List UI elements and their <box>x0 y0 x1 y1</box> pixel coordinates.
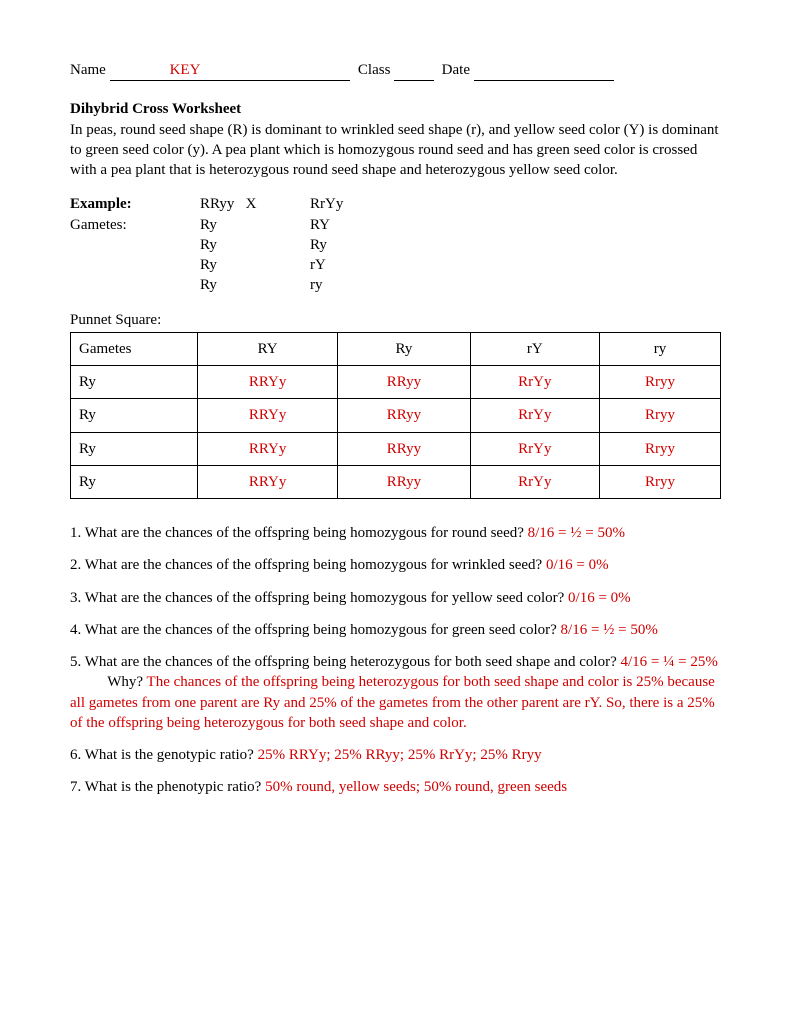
punnett-square: Gametes RY Ry rY ry Ry RRYy RRyy RrYy Rr… <box>70 332 721 499</box>
answer-text: 8/16 = ½ = 50% <box>528 525 625 541</box>
punnett-row-header: Ry <box>71 465 198 498</box>
punnett-cell: RRyy <box>338 465 470 498</box>
answer-text: 0/16 = 0% <box>568 590 631 606</box>
right-gamete: RY <box>310 215 390 235</box>
question-5: 5. What are the chances of the offspring… <box>70 652 721 733</box>
punnett-col-header: RY <box>198 332 338 365</box>
question-7: 7. What is the phenotypic ratio? 50% rou… <box>70 777 721 797</box>
punnett-cell: RRyy <box>338 366 470 399</box>
question-text: 7. What is the phenotypic ratio? <box>70 779 265 795</box>
punnett-cell: RRYy <box>198 366 338 399</box>
example-label: Example: <box>70 196 132 212</box>
punnett-col-header: rY <box>470 332 600 365</box>
date-label: Date <box>442 62 470 78</box>
punnett-cell: Rryy <box>600 465 721 498</box>
punnett-cell: RRyy <box>338 399 470 432</box>
punnett-cell: RrYy <box>470 465 600 498</box>
answer-text: 8/16 = ½ = 50% <box>561 622 658 638</box>
punnett-label: Punnet Square: <box>70 310 721 330</box>
name-blank-right <box>200 60 350 81</box>
left-gamete: Ry <box>200 255 310 275</box>
question-text: 6. What is the genotypic ratio? <box>70 747 258 763</box>
question-text: 3. What are the chances of the offspring… <box>70 590 568 606</box>
answer-text: 0/16 = 0% <box>546 557 609 573</box>
punnett-row-header: Ry <box>71 366 198 399</box>
question-4: 4. What are the chances of the offspring… <box>70 620 721 640</box>
intro-text: In peas, round seed shape (R) is dominan… <box>70 120 721 181</box>
punnett-corner: Gametes <box>71 332 198 365</box>
left-gamete: Ry <box>200 215 310 235</box>
answer-text: 4/16 = ¼ = 25% <box>621 654 718 670</box>
punnett-cell: Rryy <box>600 432 721 465</box>
right-gamete: rY <box>310 255 390 275</box>
punnett-cell: Rryy <box>600 399 721 432</box>
punnett-row-header: Ry <box>71 399 198 432</box>
answer-text: 25% RRYy; 25% RRyy; 25% RrYy; 25% Rryy <box>258 747 542 763</box>
punnett-cell: RrYy <box>470 432 600 465</box>
name-value: KEY <box>170 60 201 81</box>
punnett-cell: RrYy <box>470 399 600 432</box>
cross-right: RrYy <box>310 194 390 214</box>
punnett-cell: RRYy <box>198 465 338 498</box>
question-1: 1. What are the chances of the offspring… <box>70 523 721 543</box>
punnett-cell: RrYy <box>470 366 600 399</box>
punnett-cell: RRYy <box>198 399 338 432</box>
why-label: Why? <box>107 674 146 690</box>
left-gamete: Ry <box>200 235 310 255</box>
example-block: Example: Gametes: RRyy X Ry Ry Ry Ry RrY… <box>70 194 721 295</box>
punnett-cell: RRyy <box>338 432 470 465</box>
question-3: 3. What are the chances of the offspring… <box>70 588 721 608</box>
class-blank <box>394 60 434 81</box>
question-text: 5. What are the chances of the offspring… <box>70 654 621 670</box>
left-gamete: Ry <box>200 275 310 295</box>
right-gamete: Ry <box>310 235 390 255</box>
right-gamete: ry <box>310 275 390 295</box>
punnett-col-header: ry <box>600 332 721 365</box>
question-2: 2. What are the chances of the offspring… <box>70 555 721 575</box>
question-text: 1. What are the chances of the offspring… <box>70 525 528 541</box>
worksheet-title: Dihybrid Cross Worksheet <box>70 99 721 119</box>
question-6: 6. What is the genotypic ratio? 25% RRYy… <box>70 745 721 765</box>
cross-left: RRyy <box>200 196 234 212</box>
gametes-label: Gametes: <box>70 215 200 235</box>
punnett-row-header: Ry <box>71 432 198 465</box>
class-label: Class <box>358 62 391 78</box>
answer-text: The chances of the offspring being heter… <box>70 674 715 731</box>
header-line: Name KEY Class Date <box>70 60 721 81</box>
name-blank-left <box>110 60 170 81</box>
question-text: 4. What are the chances of the offspring… <box>70 622 561 638</box>
answer-text: 50% round, yellow seeds; 50% round, gree… <box>265 779 567 795</box>
date-blank <box>474 60 614 81</box>
name-label: Name <box>70 62 106 78</box>
punnett-cell: RRYy <box>198 432 338 465</box>
punnett-col-header: Ry <box>338 332 470 365</box>
punnett-cell: Rryy <box>600 366 721 399</box>
cross-x: X <box>246 196 257 212</box>
question-text: 2. What are the chances of the offspring… <box>70 557 546 573</box>
